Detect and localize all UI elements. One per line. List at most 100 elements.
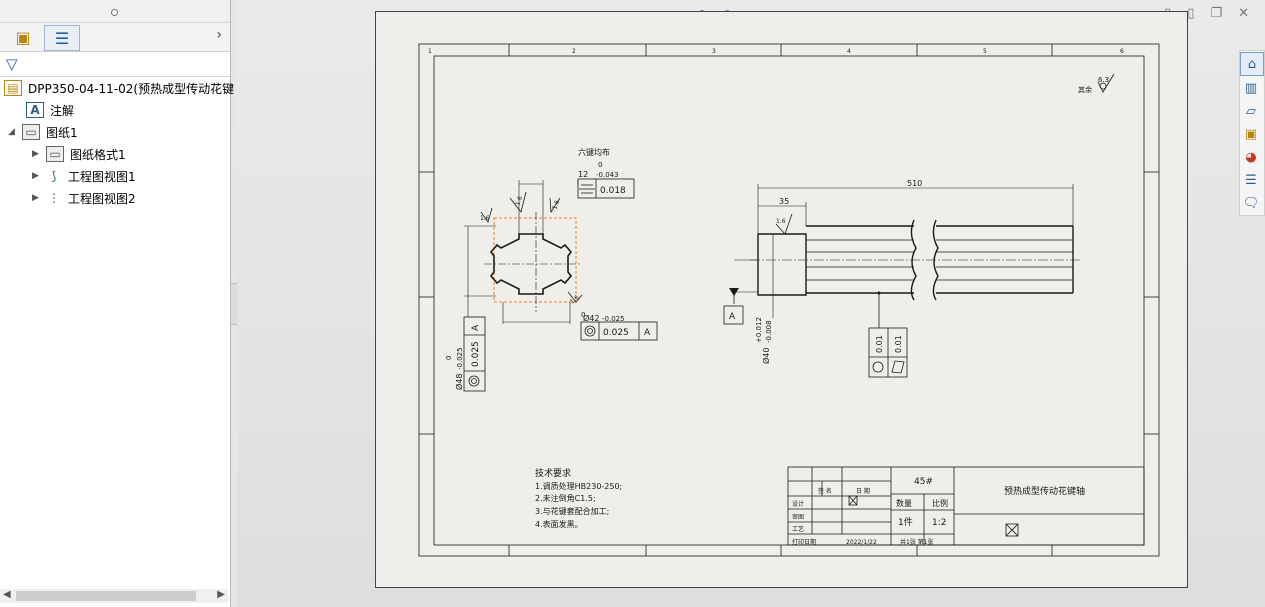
tb-scale-value: 1:2 — [932, 518, 946, 528]
collapsed-icon[interactable]: ▶ — [32, 149, 42, 159]
title-block[interactable]: 签 名 日 期 设计 审图 工艺 打印日期 2022/1/22 共1张 第1张 … — [787, 466, 1145, 546]
tree-filter[interactable]: ▽ — [0, 52, 230, 77]
resources-icon[interactable]: ▥ — [1240, 77, 1262, 99]
scroll-right-icon[interactable]: ▶ — [217, 589, 225, 600]
tree-item-view1[interactable]: ▶ ⟆ 工程图视图1 — [32, 166, 136, 186]
collapse-handle-icon[interactable] — [111, 9, 118, 16]
runout-tol-2: 0.01 — [894, 335, 903, 353]
drawing-view-icon: ⋮ — [48, 191, 60, 205]
feature-manager-panel: ▣ ☰ › ▽ ▤ DPP350-04-11-02(预热成型传动花键 A 注解 … — [0, 0, 234, 607]
panel-collapse-bar[interactable] — [0, 0, 230, 23]
concentricity-datum: A — [644, 328, 651, 338]
concentricity-fcf: 0.025 A — [580, 321, 658, 341]
tb-sheets: 共1张 第1张 — [900, 538, 934, 546]
sheet-format-icon: ▭ — [46, 146, 64, 162]
tree-item-label: DPP350-04-11-02(预热成型传动花键 — [28, 81, 235, 96]
scrollbar-thumb[interactable] — [16, 591, 196, 601]
zone-number: 4 — [847, 48, 851, 55]
task-pane: ⌂ ▥ ▱ ▣ ◕ ☰ 🗨 — [1239, 50, 1265, 216]
appearances-icon[interactable]: ◕ — [1240, 146, 1262, 168]
concentricity-tol: 0.025 — [603, 328, 629, 338]
shaft-view[interactable]: 1.6 510 35 A Ø40 +0.012 -0.008 0.01 0.01 — [723, 179, 1081, 378]
collapsed-icon[interactable]: ▶ — [32, 171, 42, 181]
tree-item-label: 注解 — [50, 103, 75, 118]
tree-item-label: 图纸1 — [46, 125, 78, 140]
tree-item-root[interactable]: ▤ DPP350-04-11-02(预热成型传动花键 — [4, 78, 234, 98]
shaft-dia-tol-lower: -0.008 — [765, 320, 773, 343]
annotation-icon: A — [26, 102, 44, 118]
tb-date-label: 日 期 — [856, 487, 870, 495]
tech-req-item: 1.调质处理HB230-250; — [535, 481, 622, 491]
symmetry-fcf: 0.018 — [577, 178, 635, 199]
sheet-icon: ▭ — [22, 124, 40, 140]
tb-part-name: 预热成型传动花键轴 — [1004, 485, 1085, 497]
spline-note: 六键均布 — [578, 147, 610, 157]
zone-number: 6 — [1120, 48, 1124, 55]
close-icon[interactable]: ✕ — [1238, 6, 1249, 21]
collapsed-icon[interactable]: ▶ — [32, 193, 42, 203]
inner-dia-dim: Ø42 — [583, 313, 599, 323]
tb-qty-label: 数量 — [896, 498, 912, 508]
view-palette-icon[interactable]: ▣ — [1240, 123, 1262, 145]
selection-box — [493, 217, 577, 303]
tree-item-label: 工程图视图2 — [68, 191, 136, 206]
horizontal-scrollbar[interactable]: ◀ ▶ — [0, 589, 228, 603]
tb-design-label: 设计 — [792, 500, 804, 508]
tile-right-icon[interactable]: ▯ — [1187, 6, 1194, 21]
step-length-dim: 35 — [779, 197, 789, 206]
tech-req-item: 3.与花键套配合加工; — [535, 506, 609, 516]
expanded-icon[interactable]: ◢ — [8, 127, 18, 137]
tree-item-sheet[interactable]: ◢ ▭ 图纸1 — [8, 122, 78, 142]
drawing-sheet[interactable]: 1 2 3 4 5 6 其余 6.3 六键均布 0 12 -0.043 0.01… — [375, 11, 1188, 588]
roughness-general-value: 6.3 — [1098, 76, 1109, 84]
folder-icon[interactable]: ▱ — [1240, 100, 1262, 122]
shaft-dia-dim: Ø40 — [761, 348, 771, 364]
tree-item-sheet-format[interactable]: ▶ ▭ 图纸格式1 — [32, 144, 126, 164]
tb-print-date-label: 打印日期 — [792, 538, 816, 546]
drawing-svg: 1 2 3 4 5 6 其余 6.3 六键均布 0 12 -0.043 0.01… — [418, 43, 1160, 557]
panel-tabs: ▣ ☰ › — [0, 23, 230, 52]
tb-print-date: 2022/1/22 — [846, 539, 877, 546]
outer-dia-tol-lower: -0.025 — [456, 347, 464, 370]
key-width-tol-lower: -0.043 — [596, 171, 619, 179]
zone-number: 2 — [572, 48, 576, 55]
tree-item-annotations[interactable]: A 注解 — [26, 100, 74, 120]
tb-qty-value: 1件 — [898, 516, 913, 528]
runout-fcf: 0.01 0.01 — [868, 291, 908, 378]
scroll-left-icon[interactable]: ◀ — [3, 589, 11, 600]
roughness-value: 1.6 — [480, 215, 490, 222]
roughness-general-prefix: 其余 — [1078, 85, 1092, 94]
key-width-tol-upper: 0 — [598, 161, 602, 169]
tb-scale-label: 比例 — [932, 498, 948, 508]
tech-requirements: 技术要求 1.调质处理HB230-250; 2.未注倒角C1.5; 3.与花键套… — [535, 467, 622, 529]
outer-dia-tol-upper: 0 — [445, 356, 453, 360]
zone-number: 3 — [712, 48, 716, 55]
section-view[interactable]: 六键均布 0 12 -0.043 0.018 0 Ø42 -0.025 0.02… — [445, 147, 658, 392]
datum-a-symbol: A — [723, 288, 744, 325]
tech-req-item: 4.表面发黑。 — [535, 519, 583, 529]
tab-property-manager[interactable]: ☰ — [44, 25, 80, 51]
key-width-dim: 12 — [578, 170, 588, 179]
tech-req-item: 2.未注倒角C1.5; — [535, 493, 596, 503]
total-length-dim: 510 — [907, 179, 922, 188]
tb-material: 45# — [914, 477, 933, 487]
chevron-right-icon[interactable]: › — [216, 27, 222, 43]
filter-icon[interactable]: ▽ — [6, 55, 18, 73]
forum-icon[interactable]: 🗨 — [1240, 192, 1262, 214]
property-list-icon: ☰ — [54, 28, 70, 48]
roughness-value: 1.6 — [551, 199, 561, 211]
drawing-view-icon: ⟆ — [51, 169, 57, 183]
restore-icon[interactable]: ❐ — [1210, 6, 1222, 21]
zone-number: 1 — [428, 48, 432, 55]
home-icon[interactable]: ⌂ — [1240, 52, 1264, 76]
tab-feature-manager[interactable]: ▣ — [6, 25, 40, 49]
runout-tol-1: 0.01 — [875, 335, 884, 353]
custom-properties-icon[interactable]: ☰ — [1240, 169, 1262, 191]
tree-item-view2[interactable]: ▶ ⋮ 工程图视图2 — [32, 188, 136, 208]
roughness-value: 1.6 — [776, 218, 786, 225]
tech-req-title: 技术要求 — [535, 467, 571, 479]
tb-review-label: 审图 — [792, 513, 804, 521]
outer-frame — [418, 43, 1160, 557]
tb-sign-label: 签 名 — [818, 487, 832, 495]
feature-manager-icon: ▣ — [15, 27, 31, 47]
